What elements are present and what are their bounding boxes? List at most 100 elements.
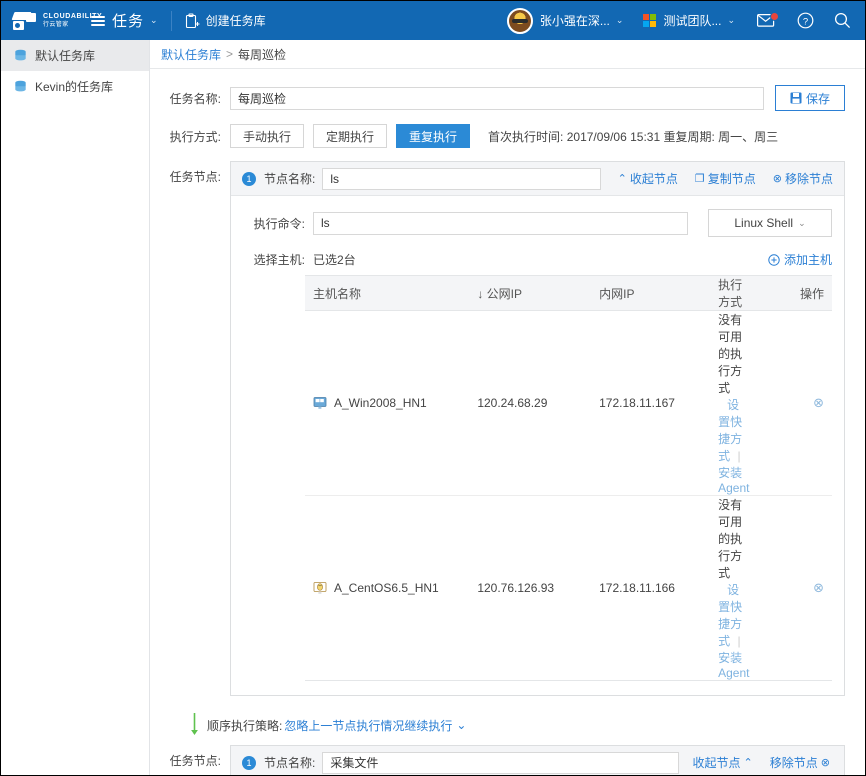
search-button[interactable] xyxy=(834,12,851,29)
breadcrumb-current: 每周巡检 xyxy=(238,46,286,63)
host-select-label: 选择主机: xyxy=(243,251,305,268)
help-button[interactable]: ? xyxy=(797,12,814,29)
host-table-header-row: 主机名称 ↓ 公网IP 内网IP 执行方式 操作 xyxy=(305,276,832,311)
col-public-ip[interactable]: ↓ 公网IP xyxy=(469,276,591,311)
collapse-node-button[interactable]: 收起节点 ⌃ xyxy=(693,754,756,771)
windows-host-icon xyxy=(313,396,327,410)
task-name-label: 任务名称: xyxy=(161,90,221,107)
task-node-1-body: 执行命令: Linux Shell ⌄ 选择主机: 已选2台 xyxy=(231,196,844,695)
add-host-label: 添加主机 xyxy=(784,251,832,268)
command-input[interactable] xyxy=(313,212,688,235)
tasks-menu[interactable]: 任务 ⌄ xyxy=(91,10,158,31)
chevron-down-icon: ⌄ xyxy=(798,218,806,229)
exec-mode-repeat[interactable]: 重复执行 xyxy=(396,124,470,148)
application-window: CLOUDABILITY 行云管家 任务 ⌄ 创建任务库 张小强在深... ⌄ xyxy=(0,0,866,776)
node-name-input[interactable] xyxy=(322,752,678,774)
host-table: 主机名称 ↓ 公网IP 内网IP 执行方式 操作 xyxy=(305,275,832,681)
task-node-1: 1 节点名称: ⌃ 收起节点 ❐ 复制节点 xyxy=(230,161,845,696)
exec-mode-label: 执行方式: xyxy=(161,128,221,145)
table-row: A_CentOS6.5_HN1 120.76.126.93 172.18.11.… xyxy=(305,496,832,681)
remove-circle-icon: ⊗ xyxy=(821,756,830,769)
breadcrumb: 默认任务库 > 每周巡检 xyxy=(150,40,865,69)
host-name-cell: A_CentOS6.5_HN1 xyxy=(305,496,469,681)
top-navigation-bar: CLOUDABILITY 行云管家 任务 ⌄ 创建任务库 张小强在深... ⌄ xyxy=(1,1,865,40)
col-exec-mode: 执行方式 xyxy=(710,276,757,311)
shell-type-value: Linux Shell xyxy=(734,216,793,230)
hamburger-icon xyxy=(91,14,105,28)
row-remove-cell: ⊗ xyxy=(757,311,832,496)
add-host-button[interactable]: 添加主机 xyxy=(768,251,832,268)
remove-node-button[interactable]: ⊗ 移除节点 xyxy=(770,170,833,187)
team-menu[interactable]: 测试团队... ⌄ xyxy=(643,12,735,29)
execution-strategy-value[interactable]: 忽略上一节点执行情况继续执行 xyxy=(284,717,452,734)
col-operation: 操作 xyxy=(757,276,832,311)
task-node-label: 任务节点: xyxy=(161,745,221,769)
remove-host-button[interactable]: ⊗ xyxy=(813,580,824,595)
divider xyxy=(171,11,172,31)
notification-dot xyxy=(770,12,779,21)
exec-mode-cell: 没有可用的执行方式 设置快捷方式 | 安装Agent xyxy=(710,311,757,496)
task-node-1-row: 任务节点: 1 节点名称: ⌃ 收起节点 xyxy=(161,161,845,696)
node-index-badge: 1 xyxy=(242,172,256,186)
exec-mode-text: 没有可用的执行方式 xyxy=(718,498,742,580)
public-ip-cell: 120.24.68.29 xyxy=(469,311,591,496)
task-node-2-header: 1 节点名称: 收起节点 ⌃ 移除节点 ⊗ xyxy=(231,746,844,775)
chevron-down-icon: ⌄ xyxy=(727,15,735,26)
help-icon: ? xyxy=(797,12,814,29)
remove-host-button[interactable]: ⊗ xyxy=(813,395,824,410)
sidebar-item-default-library[interactable]: 默认任务库 xyxy=(1,40,149,71)
remove-node-button[interactable]: 移除节点 ⊗ xyxy=(770,754,833,771)
breadcrumb-separator: > xyxy=(226,47,233,61)
create-task-library-button[interactable]: 创建任务库 xyxy=(185,12,266,29)
sidebar-item-label: Kevin的任务库 xyxy=(35,78,113,95)
host-name-text: A_Win2008_HN1 xyxy=(334,396,427,410)
exec-mode-text: 没有可用的执行方式 xyxy=(718,313,742,395)
private-ip-cell: 172.18.11.167 xyxy=(591,311,710,496)
messages-button[interactable] xyxy=(757,13,777,28)
remove-node-label: 移除节点 xyxy=(785,170,833,187)
user-menu[interactable]: 张小强在深... ⌄ xyxy=(507,8,624,34)
clipboard-plus-icon xyxy=(185,13,200,29)
save-disk-icon xyxy=(790,92,802,104)
save-button[interactable]: 保存 xyxy=(775,85,845,111)
task-node-label: 任务节点: xyxy=(161,161,221,185)
node-name-label: 节点名称: xyxy=(264,754,315,771)
database-icon xyxy=(14,80,27,93)
col-private-ip: 内网IP xyxy=(591,276,710,311)
task-node-2-row: 任务节点: 1 节点名称: 收起节点 ⌃ xyxy=(161,745,845,775)
arrow-down-icon xyxy=(188,713,201,737)
shell-type-select[interactable]: Linux Shell ⌄ xyxy=(708,209,832,237)
breadcrumb-root[interactable]: 默认任务库 xyxy=(161,46,221,63)
collapse-node-button[interactable]: ⌃ 收起节点 xyxy=(615,170,678,187)
main-body: 默认任务库 Kevin的任务库 默认任务库 > 每周巡检 任务名称: xyxy=(1,40,865,775)
exec-mode-cell: 没有可用的执行方式 设置快捷方式 | 安装Agent xyxy=(710,496,757,681)
node-header-actions: ⌃ 收起节点 ❐ 复制节点 ⊗ 移除节点 xyxy=(615,170,833,187)
remove-circle-icon: ⊗ xyxy=(773,172,782,185)
col-public-ip-label: 公网IP xyxy=(487,287,522,301)
execution-strategy-label: 顺序执行策略: xyxy=(207,717,282,734)
exec-mode-manual[interactable]: 手动执行 xyxy=(230,124,304,148)
host-name-text: A_CentOS6.5_HN1 xyxy=(334,581,439,595)
install-agent-link[interactable]: 安装Agent xyxy=(718,651,749,680)
chevron-up-icon: ⌃ xyxy=(618,172,627,185)
install-agent-link[interactable]: 安装Agent xyxy=(718,466,749,495)
chevron-down-icon: ⌄ xyxy=(616,15,624,26)
exec-mode-scheduled[interactable]: 定期执行 xyxy=(313,124,387,148)
chevron-down-icon[interactable]: ⌄ xyxy=(456,718,466,732)
task-node-2: 1 节点名称: 收起节点 ⌃ 移除节点 ⊗ xyxy=(230,745,845,775)
sidebar-item-kevin-library[interactable]: Kevin的任务库 xyxy=(1,71,149,102)
col-host-name: 主机名称 xyxy=(305,276,469,311)
copy-node-button[interactable]: ❐ 复制节点 xyxy=(692,170,756,187)
node-name-label: 节点名称: xyxy=(264,170,315,187)
windows-grid-icon xyxy=(643,14,656,27)
node-name-input[interactable] xyxy=(322,168,600,190)
task-name-row: 任务名称: 保存 xyxy=(161,85,845,111)
cloudability-logo-icon xyxy=(13,12,39,30)
sidebar-item-label: 默认任务库 xyxy=(35,47,95,64)
remove-node-label: 移除节点 xyxy=(770,754,818,771)
command-label: 执行命令: xyxy=(243,215,305,232)
brand-logo[interactable]: CLOUDABILITY 行云管家 xyxy=(1,12,89,30)
search-icon xyxy=(834,12,851,29)
task-name-input[interactable] xyxy=(230,87,764,110)
row-remove-cell: ⊗ xyxy=(757,496,832,681)
